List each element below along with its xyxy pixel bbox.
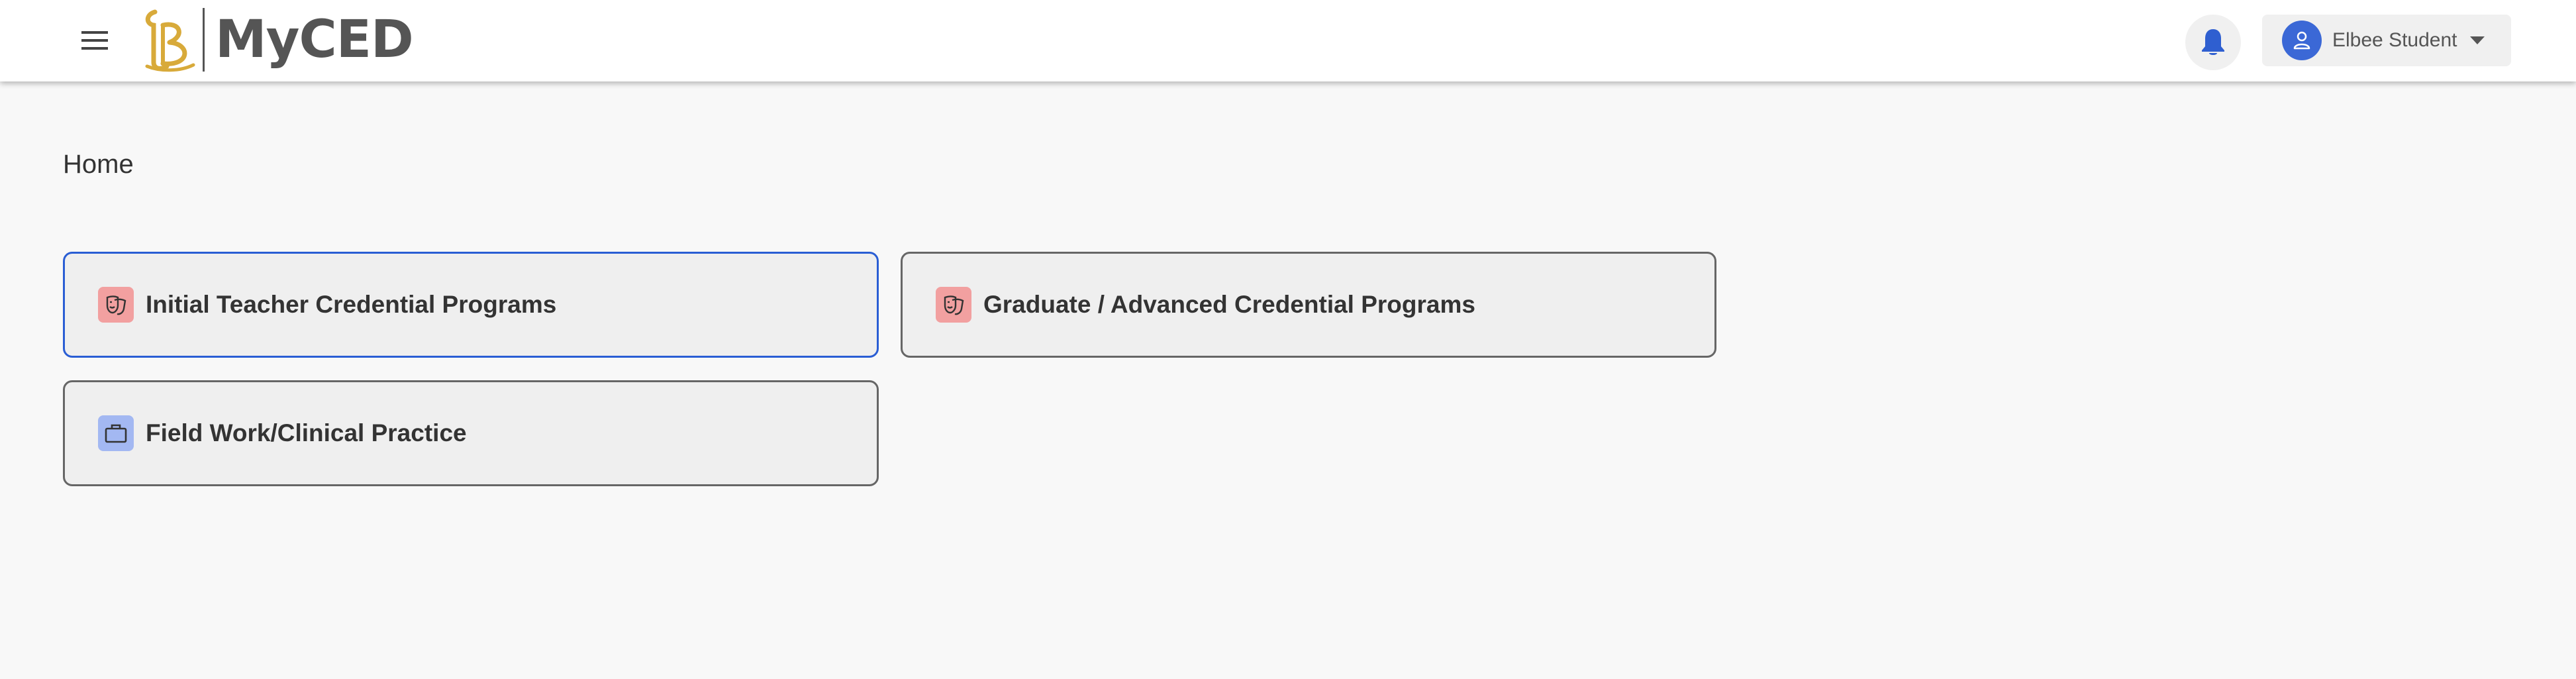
card-label: Field Work/Clinical Practice bbox=[146, 419, 467, 446]
menu-button[interactable] bbox=[74, 23, 115, 58]
caret-down-icon bbox=[2470, 36, 2485, 44]
person-icon bbox=[2293, 31, 2310, 50]
theater-masks-icon bbox=[98, 287, 134, 323]
card-initial-teacher-credential-programs[interactable]: Initial Teacher Credential Programs bbox=[63, 252, 879, 358]
notifications-button[interactable] bbox=[2185, 15, 2241, 70]
breadcrumb-home: Home bbox=[63, 150, 134, 179]
brand-title: MyCED bbox=[215, 10, 414, 70]
user-menu-button[interactable]: Elbee Student bbox=[2262, 15, 2511, 66]
user-name: Elbee Student bbox=[2332, 29, 2457, 51]
lb-logo-mark bbox=[145, 9, 195, 72]
card-graduate-advanced-credential-programs[interactable]: Graduate / Advanced Credential Programs bbox=[901, 252, 1716, 358]
bell-icon bbox=[2202, 29, 2224, 55]
theater-masks-icon bbox=[936, 287, 971, 323]
briefcase-icon bbox=[98, 415, 134, 451]
hamburger-menu-icon bbox=[81, 31, 108, 50]
app-logo[interactable]: MyCED bbox=[140, 5, 414, 74]
avatar bbox=[2282, 21, 2322, 60]
card-field-work-clinical-practice[interactable]: Field Work/Clinical Practice bbox=[63, 380, 879, 486]
card-label: Graduate / Advanced Credential Programs bbox=[983, 291, 1475, 318]
card-label: Initial Teacher Credential Programs bbox=[146, 291, 557, 318]
logo-divider bbox=[203, 8, 205, 72]
top-app-bar: MyCED Elbee Student bbox=[0, 0, 2576, 81]
